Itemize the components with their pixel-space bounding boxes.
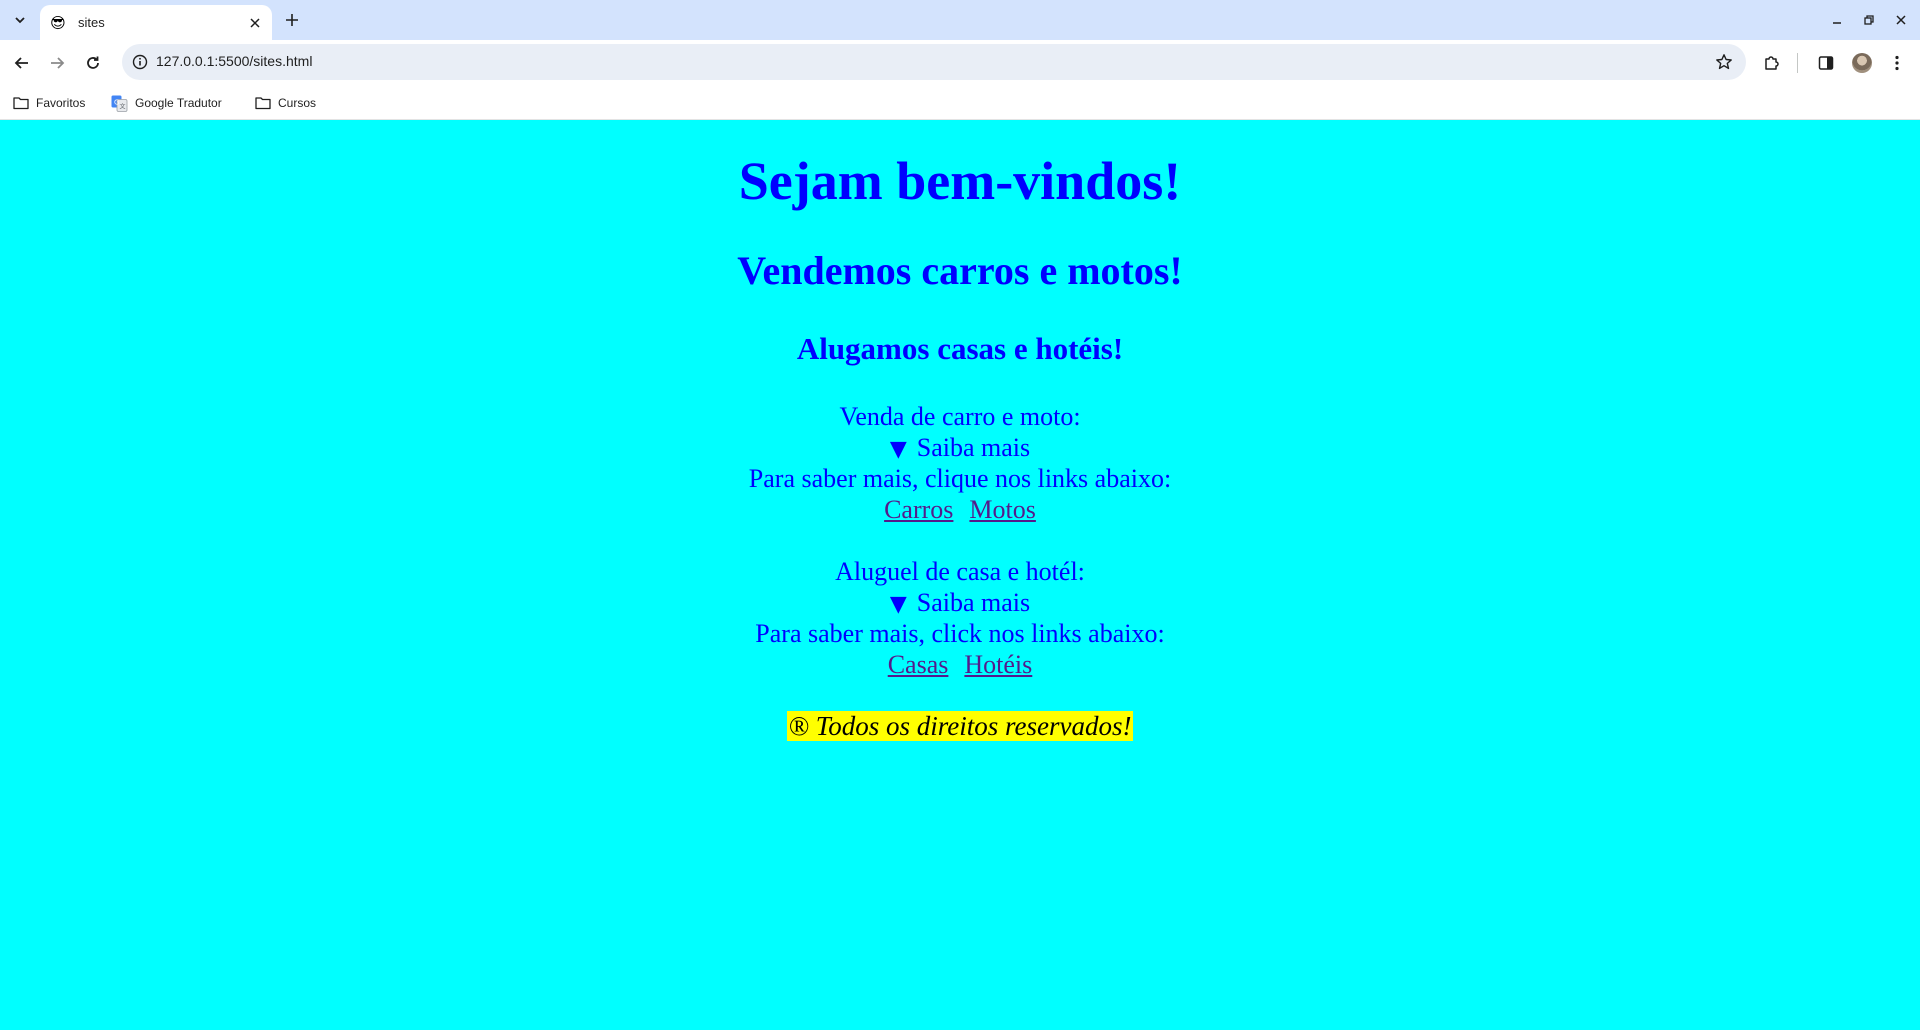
subtitle-aluguel: Alugamos casas e hotéis! — [796, 331, 1124, 366]
url-text[interactable]: 127.0.0.1:5500/sites.html — [156, 53, 312, 69]
forward-button[interactable] — [44, 50, 70, 76]
restore-icon — [1864, 15, 1874, 25]
tab-close-button[interactable] — [244, 12, 266, 34]
reload-icon — [87, 56, 99, 69]
bookmark-label: Google Tradutor — [135, 96, 222, 110]
restore-button[interactable] — [1857, 8, 1881, 32]
close-window-button[interactable] — [1889, 8, 1913, 32]
back-button[interactable] — [9, 50, 35, 76]
arrow-right-icon — [51, 57, 65, 69]
arrow-left-icon — [14, 57, 28, 69]
info-icon — [132, 54, 148, 70]
profile-button[interactable] — [1849, 50, 1875, 76]
bookmark-label: Favoritos — [36, 96, 86, 110]
bookmarks-bar: Favoritos G文 Google Tradutor Cursos — [0, 85, 1920, 120]
toolbar-divider — [1797, 53, 1798, 73]
link-casas[interactable]: Casas — [888, 650, 949, 679]
google-translate-icon: G文 — [111, 95, 128, 112]
summary-label: Saiba mais — [916, 433, 1031, 462]
triangle-down-icon: ▼ — [889, 437, 907, 462]
folder-icon — [13, 97, 29, 110]
active-tab[interactable]: 😎 sites — [40, 5, 272, 40]
links-aluguel: Casas Hotéis — [0, 649, 1920, 680]
chevron-down-icon — [15, 17, 25, 24]
section-aluguel-title: Aluguel de casa e hotél: — [835, 557, 1085, 586]
links-vendas: Carros Motos — [0, 494, 1920, 525]
plus-icon — [286, 14, 298, 26]
bookmark-star-button[interactable] — [1712, 50, 1736, 74]
tab-title: sites — [78, 15, 105, 30]
details-summary-aluguel[interactable]: ▼ Saiba mais — [0, 587, 1920, 620]
section-vendas-text: Para saber mais, clique nos links abaixo… — [748, 464, 1172, 493]
minimize-icon — [1833, 22, 1841, 24]
bookmark-label: Cursos — [278, 96, 317, 110]
more-vert-icon — [1895, 55, 1899, 71]
summary-label: Saiba mais — [916, 588, 1031, 617]
copyright-notice: ® Todos os direitos reservados! — [787, 711, 1133, 741]
tab-strip: 😎 sites — [0, 0, 1920, 40]
page-title: Sejam bem-vindos! — [738, 151, 1182, 211]
extensions-button[interactable] — [1759, 50, 1785, 76]
new-tab-button[interactable] — [280, 8, 304, 32]
bookmark-favoritos[interactable]: Favoritos — [13, 91, 85, 115]
bookmark-google-tradutor[interactable]: G文 Google Tradutor — [111, 91, 222, 115]
link-hoteis[interactable]: Hotéis — [964, 650, 1032, 679]
section-vendas-title: Venda de carro e moto: — [839, 402, 1081, 431]
bookmark-cursos[interactable]: Cursos — [255, 91, 316, 115]
subtitle-vendas: Vendemos carros e motos! — [737, 248, 1183, 293]
details-summary-vendas[interactable]: ▼ Saiba mais — [0, 432, 1920, 465]
side-panel-icon — [1818, 56, 1834, 70]
side-panel-button[interactable] — [1813, 50, 1839, 76]
page-content: Sejam bem-vindos! Vendemos carros e moto… — [0, 121, 1920, 1030]
sunglasses-emoji-icon: 😎 — [50, 13, 66, 32]
footer: ® Todos os direitos reservados! — [0, 710, 1920, 743]
svg-text:文: 文 — [120, 102, 126, 110]
puzzle-icon — [1765, 56, 1779, 70]
triangle-down-icon: ▼ — [889, 592, 907, 617]
folder-icon — [255, 97, 271, 110]
link-motos[interactable]: Motos — [969, 495, 1035, 524]
star-icon — [1716, 54, 1732, 70]
reload-button[interactable] — [80, 50, 106, 76]
avatar — [1852, 53, 1872, 73]
close-icon — [250, 17, 260, 28]
address-bar[interactable]: 127.0.0.1:5500/sites.html — [122, 44, 1746, 80]
site-info-button[interactable] — [128, 50, 152, 74]
link-carros[interactable]: Carros — [884, 495, 953, 524]
section-aluguel-text: Para saber mais, click nos links abaixo: — [755, 619, 1165, 648]
menu-button[interactable] — [1884, 50, 1910, 76]
tab-search-button[interactable] — [8, 8, 32, 32]
minimize-button[interactable] — [1825, 8, 1849, 32]
browser-toolbar: 127.0.0.1:5500/sites.html — [0, 40, 1920, 85]
close-icon — [1896, 15, 1906, 25]
